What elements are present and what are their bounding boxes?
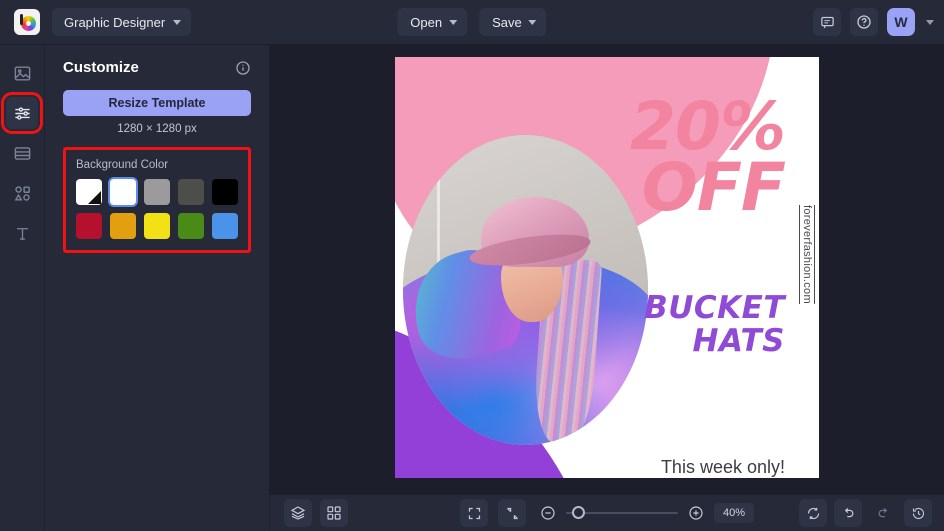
sync-icon (807, 507, 819, 519)
product-headline[interactable]: BUCKET HATS (644, 292, 785, 357)
background-color-label: Background Color (76, 159, 169, 171)
help-button[interactable] (850, 8, 878, 36)
save-button-label: Save (492, 14, 522, 30)
text-icon (16, 227, 28, 240)
fit-to-frame-icon (468, 507, 480, 519)
resize-template-label: Resize Template (108, 96, 206, 110)
sync-button[interactable] (799, 499, 827, 527)
resize-template-button[interactable]: Resize Template (63, 90, 251, 116)
zoom-in-icon[interactable] (688, 505, 704, 521)
sidebar-item-images[interactable] (6, 57, 38, 89)
chevron-down-icon (449, 19, 458, 25)
undo-icon (844, 507, 853, 517)
comments-button[interactable] (813, 8, 841, 36)
swatch-yellow[interactable] (144, 213, 170, 239)
image-icon (14, 65, 30, 81)
logo-stem-icon (20, 14, 23, 25)
swatch-black[interactable] (212, 179, 238, 205)
swatch-custom[interactable] (76, 179, 102, 205)
sliders-icon (14, 106, 30, 120)
bottom-bar-center: 40% (459, 499, 755, 527)
help-circle-icon (857, 15, 871, 29)
top-bar-center-actions: Open Save (397, 8, 547, 36)
history-button[interactable] (904, 499, 932, 527)
bottom-bar: 40% (270, 494, 944, 531)
panel-header: Customize (63, 59, 251, 76)
zoom-out-icon[interactable] (540, 505, 556, 521)
website-url-text[interactable]: foreverfashion.com (799, 205, 815, 304)
redo-button[interactable] (869, 499, 897, 527)
swatch-blue[interactable] (212, 213, 238, 239)
chevron-down-icon (173, 19, 182, 25)
swatch-gray[interactable] (144, 179, 170, 205)
sidebar-item-shapes[interactable] (6, 177, 38, 209)
bottom-bar-left (284, 499, 348, 527)
swatch-white[interactable] (110, 179, 136, 205)
zoom-level-value: 40% (722, 507, 746, 519)
open-button[interactable]: Open (397, 8, 468, 36)
background-color-swatch-grid (76, 179, 238, 239)
save-button[interactable]: Save (479, 8, 547, 36)
redo-icon (878, 507, 887, 517)
tagline-text[interactable]: This week only! (661, 457, 785, 478)
product-headline-line1: BUCKET (644, 290, 785, 326)
swatch-dark-gray[interactable] (178, 179, 204, 205)
model-photo[interactable] (403, 135, 648, 445)
comment-icon (820, 16, 834, 28)
avatar-initial: W (894, 14, 908, 30)
background-color-section: Background Color (63, 147, 251, 253)
bottom-bar-right (799, 499, 932, 527)
user-avatar[interactable]: W (887, 8, 915, 36)
chevron-down-icon (528, 19, 537, 25)
product-headline-line2: HATS (692, 322, 785, 359)
page-title: Customize (63, 59, 139, 76)
zoom-level-badge[interactable]: 40% (713, 503, 755, 523)
swatch-green[interactable] (178, 213, 204, 239)
sidebar-item-text[interactable] (6, 217, 38, 249)
fit-to-frame-button[interactable] (459, 499, 488, 527)
shapes-icon (14, 185, 30, 201)
bannerbear-logo[interactable] (14, 9, 40, 35)
layers-icon (290, 506, 306, 520)
top-bar: Graphic Designer Open Save W (0, 0, 944, 45)
layout-icon (14, 146, 30, 160)
swatch-amber[interactable] (110, 213, 136, 239)
document-name-label: Graphic Designer (64, 14, 166, 30)
sidebar-item-customize[interactable] (1, 92, 43, 134)
app-root: Graphic Designer Open Save W Customize R… (0, 0, 944, 531)
zoom-slider-handle[interactable] (571, 506, 585, 519)
swatch-crimson[interactable] (76, 213, 102, 239)
grid-icon (327, 506, 341, 520)
top-bar-right-actions: W (813, 8, 934, 36)
sidebar-item-layouts[interactable] (6, 137, 38, 169)
layers-button[interactable] (284, 499, 312, 527)
canvas-stage[interactable]: 20% OFF BUCKET HATS This week only! fore… (270, 45, 944, 494)
discount-headline[interactable]: 20% OFF (630, 93, 786, 220)
customize-panel: Customize Resize Template 1280 × 1280 px… (45, 45, 270, 531)
history-icon (912, 507, 924, 519)
grid-button[interactable] (320, 499, 348, 527)
zoom-slider[interactable] (565, 506, 678, 519)
left-rail (0, 45, 45, 531)
document-name-dropdown[interactable]: Graphic Designer (52, 8, 192, 36)
custom-color-triangle-icon (88, 191, 101, 204)
open-button-label: Open (410, 14, 443, 30)
info-icon[interactable] (235, 60, 251, 76)
shrink-to-fit-icon (506, 507, 518, 519)
artboard[interactable]: 20% OFF BUCKET HATS This week only! fore… (395, 57, 819, 478)
template-dimensions: 1280 × 1280 px (117, 123, 197, 135)
shrink-to-fit-button[interactable] (497, 499, 526, 527)
undo-button[interactable] (834, 499, 862, 527)
user-menu-chevron-down-icon[interactable] (926, 19, 934, 25)
logo-ring-icon (21, 16, 36, 31)
